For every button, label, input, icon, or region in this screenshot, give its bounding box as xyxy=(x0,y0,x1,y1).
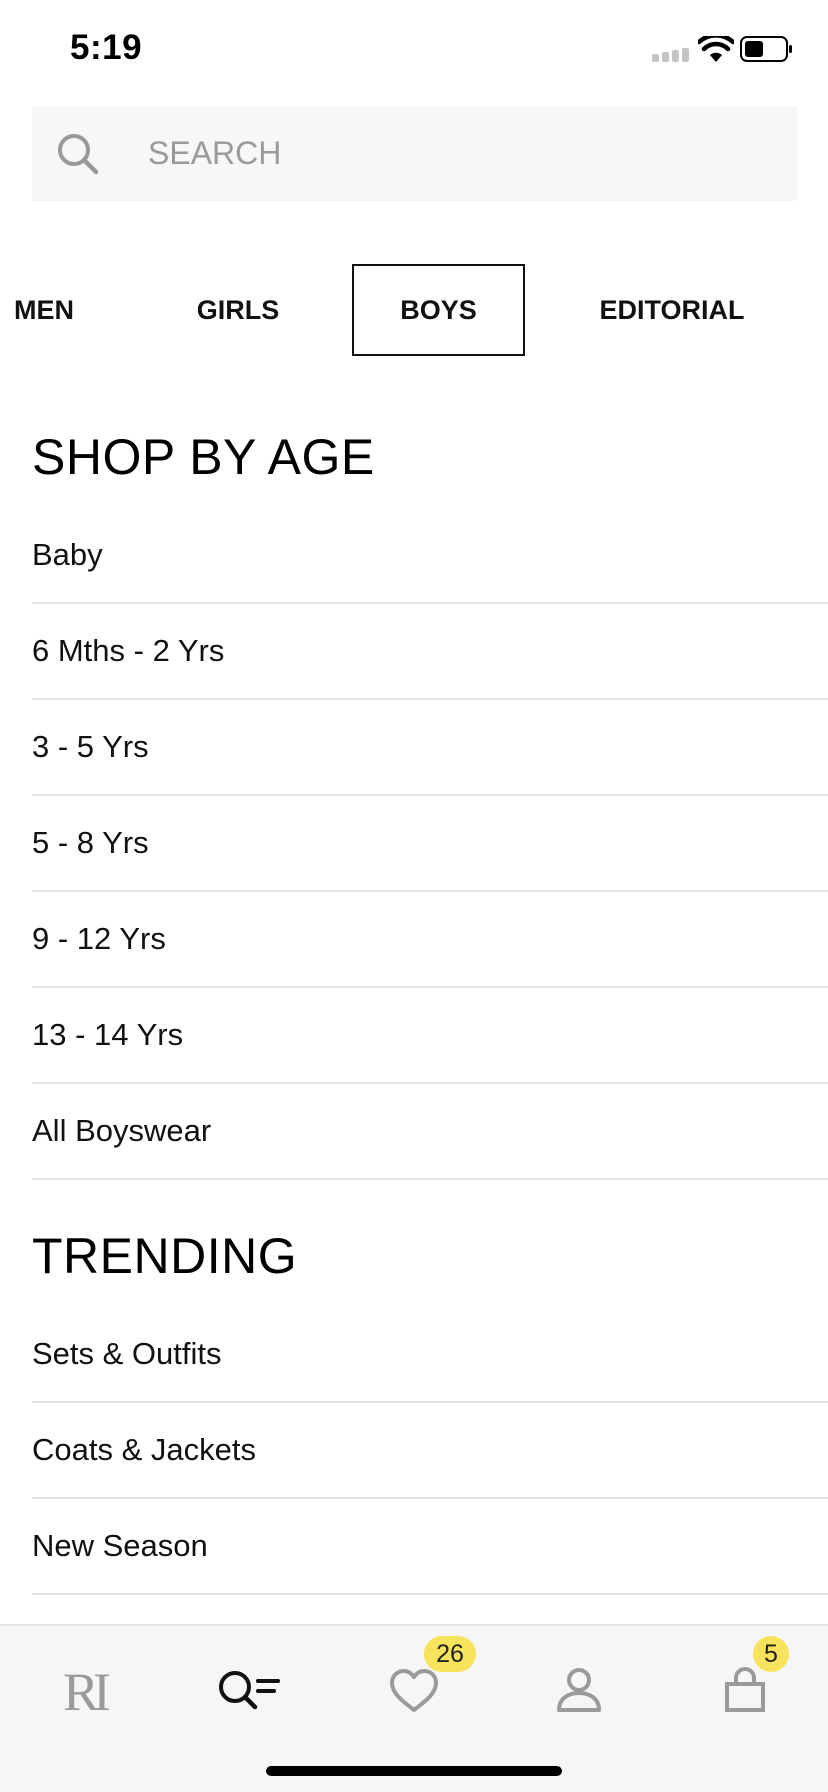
nav-search[interactable] xyxy=(208,1648,288,1728)
search-input[interactable] xyxy=(116,106,776,201)
status-bar: 5:19 xyxy=(0,0,828,100)
search-bar[interactable] xyxy=(32,106,797,201)
category-tabs: MEN GIRLS BOYS EDITORIAL xyxy=(0,264,828,356)
tab-men[interactable]: MEN xyxy=(0,264,88,356)
list-item-new-season[interactable]: New Season xyxy=(32,1499,828,1595)
list-item-all-boyswear[interactable]: All Boyswear xyxy=(32,1084,828,1180)
list-item-6-mths-2-yrs[interactable]: 6 Mths - 2 Yrs xyxy=(32,604,828,700)
list-item-3-5-yrs[interactable]: 3 - 5 Yrs xyxy=(32,700,828,796)
list-item-sets-outfits[interactable]: Sets & Outfits xyxy=(32,1307,828,1403)
tab-boys[interactable]: BOYS xyxy=(352,264,525,356)
shop-by-age-heading: SHOP BY AGE xyxy=(32,429,375,485)
list-item-13-14-yrs[interactable]: 13 - 14 Yrs xyxy=(32,988,828,1084)
home-logo-text: RI xyxy=(63,1662,110,1722)
nav-bag[interactable]: 5 xyxy=(705,1636,789,1728)
wifi-icon xyxy=(698,36,734,62)
nav-wishlist[interactable]: 26 xyxy=(374,1636,476,1728)
list-item-coats-jackets[interactable]: Coats & Jackets xyxy=(32,1403,828,1499)
home-indicator[interactable] xyxy=(266,1766,562,1776)
app-screen: 5:19 MEN GIRLS BOYS EDITORIAL xyxy=(0,0,828,1792)
ri-logo-icon: RI xyxy=(63,1662,116,1722)
wishlist-count-badge: 26 xyxy=(424,1636,476,1672)
trending-heading: TRENDING xyxy=(32,1228,298,1284)
person-icon xyxy=(557,1668,601,1712)
tab-editorial[interactable]: EDITORIAL xyxy=(582,264,762,356)
bag-count-badge: 5 xyxy=(753,1636,789,1672)
list-item-9-12-yrs[interactable]: 9 - 12 Yrs xyxy=(32,892,828,988)
cellular-signal-icon xyxy=(652,48,689,62)
search-menu-icon xyxy=(219,1671,280,1710)
list-item-baby[interactable]: Baby xyxy=(32,508,828,604)
tab-girls[interactable]: GIRLS xyxy=(170,264,306,356)
nav-home[interactable]: RI xyxy=(44,1648,124,1728)
status-time: 5:19 xyxy=(70,28,143,67)
nav-account[interactable] xyxy=(539,1648,619,1728)
battery-icon xyxy=(740,36,792,62)
search-icon xyxy=(58,134,99,175)
list-item-5-8-yrs[interactable]: 5 - 8 Yrs xyxy=(32,796,828,892)
shop-by-age-list: Baby 6 Mths - 2 Yrs 3 - 5 Yrs 5 - 8 Yrs … xyxy=(32,508,828,1180)
trending-list: Sets & Outfits Coats & Jackets New Seaso… xyxy=(32,1307,828,1595)
